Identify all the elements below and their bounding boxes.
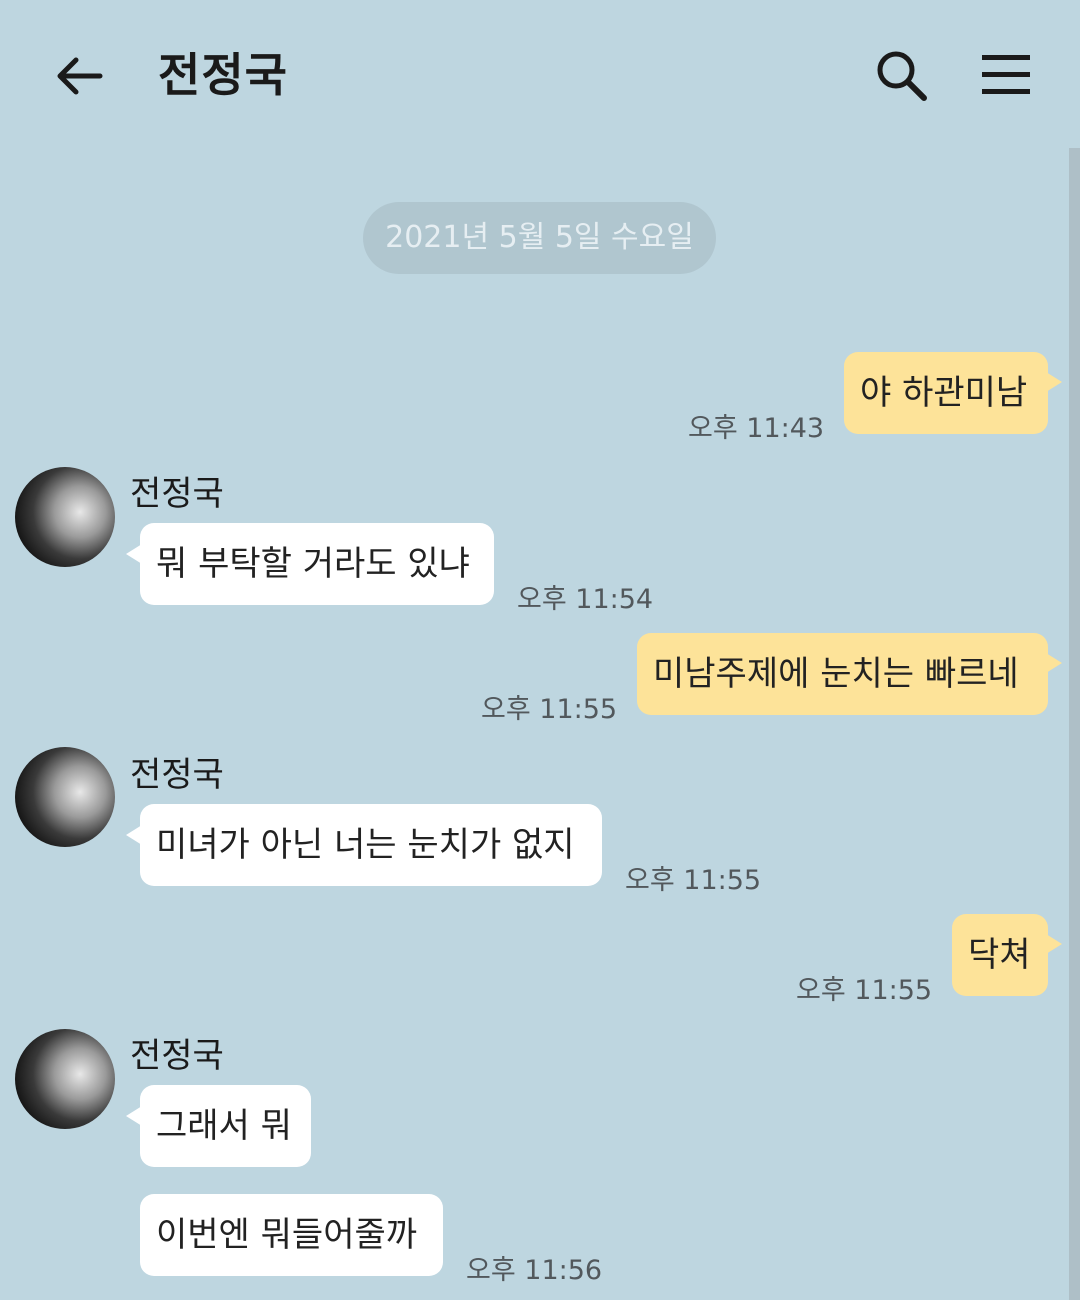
scrollbar[interactable] [1069, 148, 1080, 1300]
message-time: 오후 11:55 [796, 975, 933, 1006]
date-divider: 2021년 5월 5일 수요일 [363, 202, 716, 274]
sender-name: 전정국 [130, 474, 224, 514]
message-time: 오후 11:43 [688, 413, 825, 444]
hamburger-menu-icon[interactable] [980, 52, 1032, 98]
bubble-tail [1046, 653, 1062, 673]
avatar[interactable] [15, 467, 115, 567]
other-message-bubble[interactable]: 미녀가 아닌 너는 눈치가 없지 [140, 804, 602, 886]
message-time: 오후 11:55 [481, 694, 618, 725]
back-arrow-icon[interactable] [52, 50, 104, 102]
other-message-bubble[interactable]: 이번엔 뭐들어줄까 [140, 1194, 443, 1276]
other-message-bubble[interactable]: 그래서 뭐 [140, 1085, 311, 1167]
bubble-tail [1046, 372, 1062, 392]
sender-name: 전정국 [130, 755, 224, 795]
avatar[interactable] [15, 747, 115, 847]
message-time: 오후 11:56 [466, 1255, 603, 1286]
my-message-bubble[interactable]: 닥쳐 [952, 914, 1048, 996]
chat-title: 전정국 [158, 48, 288, 102]
avatar[interactable] [15, 1029, 115, 1129]
my-message-bubble[interactable]: 야 하관미남 [844, 352, 1048, 434]
search-icon[interactable] [874, 48, 930, 104]
sender-name: 전정국 [130, 1036, 224, 1076]
bubble-tail [1046, 934, 1062, 954]
my-message-bubble[interactable]: 미남주제에 눈치는 빠르네 [637, 633, 1048, 715]
other-message-bubble[interactable]: 뭐 부탁할 거라도 있냐 [140, 523, 494, 605]
message-time: 오후 11:54 [517, 584, 654, 615]
message-time: 오후 11:55 [625, 865, 762, 896]
